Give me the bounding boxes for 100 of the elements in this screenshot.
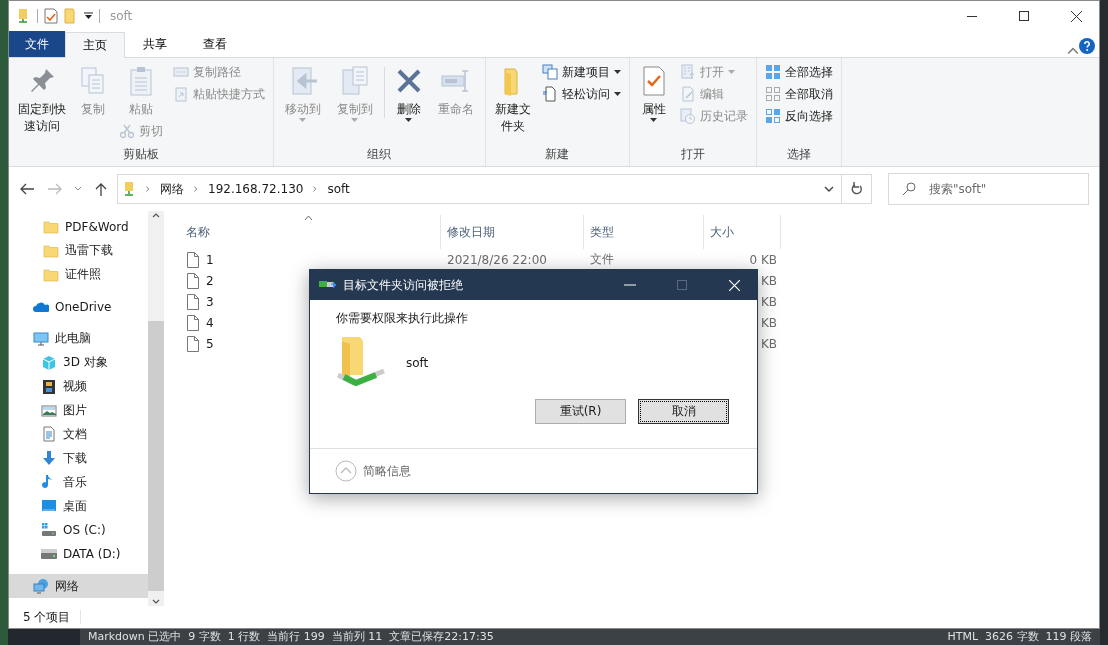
sidebar-item[interactable]: 桌面 xyxy=(9,494,148,519)
file-icon xyxy=(186,335,200,352)
ribbon-button[interactable]: 全部取消 xyxy=(760,83,837,105)
chevron-down-icon xyxy=(824,186,834,192)
ribbon-button[interactable]: 新建文件夹 xyxy=(489,61,536,138)
sidebar-item[interactable]: 网络 xyxy=(9,574,148,598)
sidebar-item[interactable]: 下载 xyxy=(9,446,148,471)
file-name[interactable]: 3 xyxy=(206,294,214,309)
sidebar-item[interactable]: 此电脑 xyxy=(9,326,148,351)
scrollbar-thumb[interactable] xyxy=(148,321,164,591)
sidebar-item[interactable]: OneDrive xyxy=(9,294,148,319)
checklist-icon[interactable] xyxy=(44,8,58,24)
ribbon-tab[interactable]: 共享 xyxy=(125,31,185,57)
file-name[interactable]: 5 xyxy=(206,336,214,351)
address-bar[interactable]: 网络 192.168.72.130 soft xyxy=(117,174,842,204)
breadcrumb[interactable]: soft xyxy=(327,182,350,196)
search-icon xyxy=(902,182,916,196)
maximize-icon xyxy=(677,280,687,290)
caret-icon xyxy=(299,118,307,123)
editor-status-text: HTML 3626 字数 119 段落 xyxy=(947,629,1092,645)
column-header[interactable]: 修改日期 xyxy=(441,215,584,249)
forward-arrow-icon xyxy=(48,183,62,195)
chevron-icon xyxy=(192,185,200,193)
ribbon-tab[interactable]: 主页 xyxy=(65,32,125,58)
new-item-icon xyxy=(541,64,558,80)
editor-status-text: Markdown 已选中 9 字数 1 行数 当前行 199 当前列 11 文章已保存22:17:35 xyxy=(88,629,494,645)
chevron-down-icon xyxy=(74,186,82,192)
select-all-icon xyxy=(764,64,781,80)
size-cell: KB xyxy=(760,273,777,288)
folder-icon xyxy=(43,266,59,283)
shortcut-icon xyxy=(172,86,189,102)
refresh-icon xyxy=(850,182,863,196)
dialog-button[interactable]: 重试(R) xyxy=(535,399,626,424)
folder-icon xyxy=(43,218,59,235)
invert-selection-icon xyxy=(764,108,781,124)
ribbon-button[interactable]: 属性 xyxy=(633,61,674,125)
column-header[interactable]: 类型 xyxy=(584,215,704,249)
ribbon-button[interactable]: 新建项目 xyxy=(537,61,625,83)
sidebar-item[interactable]: 音乐 xyxy=(9,470,148,495)
size-cell: KB xyxy=(760,315,777,330)
file-name[interactable]: 2 xyxy=(206,273,214,288)
folder-icon[interactable] xyxy=(64,8,78,24)
sidebar-item[interactable]: 视频 xyxy=(9,374,148,399)
caret-icon xyxy=(613,70,621,74)
collapse-ribbon-icon xyxy=(1067,45,1079,57)
chevron-icon xyxy=(144,185,152,193)
breadcrumb[interactable]: 网络 xyxy=(160,180,184,198)
search-field[interactable]: 搜索"soft" xyxy=(888,173,1089,205)
open-icon xyxy=(679,64,696,80)
sidebar-item[interactable]: 3D 对象 xyxy=(9,350,148,375)
caret-icon xyxy=(613,92,621,96)
file-icon xyxy=(186,314,200,331)
file-tab[interactable]: 文件 xyxy=(9,31,65,57)
size-cell: KB xyxy=(760,336,777,351)
file-name[interactable]: 4 xyxy=(206,315,214,330)
ribbon-button[interactable]: 全部选择 xyxy=(760,61,837,83)
ribbon-button[interactable]: 反向选择 xyxy=(760,105,837,127)
drive-icon xyxy=(41,522,57,539)
minimize-icon xyxy=(967,15,977,17)
breadcrumb[interactable]: 192.168.72.130 xyxy=(208,182,304,196)
scrollbar[interactable] xyxy=(148,211,164,606)
ribbon-tab[interactable]: 查看 xyxy=(185,31,245,57)
sidebar-item[interactable]: PDF&Word xyxy=(9,215,148,239)
sidebar-item[interactable]: 文档 xyxy=(9,422,148,447)
window-title: soft xyxy=(110,9,134,23)
sidebar-item[interactable]: OS (C:) xyxy=(9,518,148,543)
sidebar-item[interactable]: 证件照 xyxy=(9,262,148,287)
column-header[interactable]: 大小 xyxy=(704,215,781,249)
caret-icon xyxy=(351,118,359,123)
scissors-icon xyxy=(118,123,135,140)
folder-icon xyxy=(43,242,59,259)
group-label: 选择 xyxy=(785,146,812,163)
minimize-icon xyxy=(624,284,636,286)
help-icon[interactable] xyxy=(1079,38,1095,54)
size-cell: 0 KB xyxy=(749,252,777,267)
network-transfer-icon xyxy=(319,279,337,291)
back-arrow-icon xyxy=(20,183,34,195)
sidebar-item[interactable]: 迅雷下载 xyxy=(9,238,148,263)
sidebar-item[interactable]: DATA (D:) xyxy=(9,542,148,567)
caret-icon xyxy=(405,118,413,123)
network-folder-icon xyxy=(124,181,136,197)
ribbon-button[interactable]: 删除 xyxy=(388,61,429,125)
ribbon-button[interactable]: 轻松访问 xyxy=(537,83,625,105)
caret-icon xyxy=(650,118,658,123)
file-icon xyxy=(186,293,200,310)
up-arrow-icon xyxy=(95,182,107,196)
down-arrow-icon xyxy=(41,450,57,467)
refresh-button[interactable] xyxy=(842,174,872,204)
document-icon xyxy=(41,426,57,443)
dialog-button[interactable]: 取消 xyxy=(638,399,729,424)
column-header[interactable]: 名称 xyxy=(164,215,441,249)
sidebar-item[interactable]: 图片 xyxy=(9,398,148,423)
dropdown-icon[interactable] xyxy=(84,12,93,20)
date-cell: 2021/8/26 22:00 xyxy=(447,252,547,267)
select-none-icon xyxy=(764,86,781,102)
ribbon-button[interactable]: 固定到快速访问 xyxy=(13,61,71,138)
file-name[interactable]: 1 xyxy=(206,252,214,267)
details-toggle[interactable]: 简略信息 xyxy=(335,460,411,482)
film-icon xyxy=(41,378,57,395)
group-label: 剪贴板 xyxy=(121,146,160,163)
